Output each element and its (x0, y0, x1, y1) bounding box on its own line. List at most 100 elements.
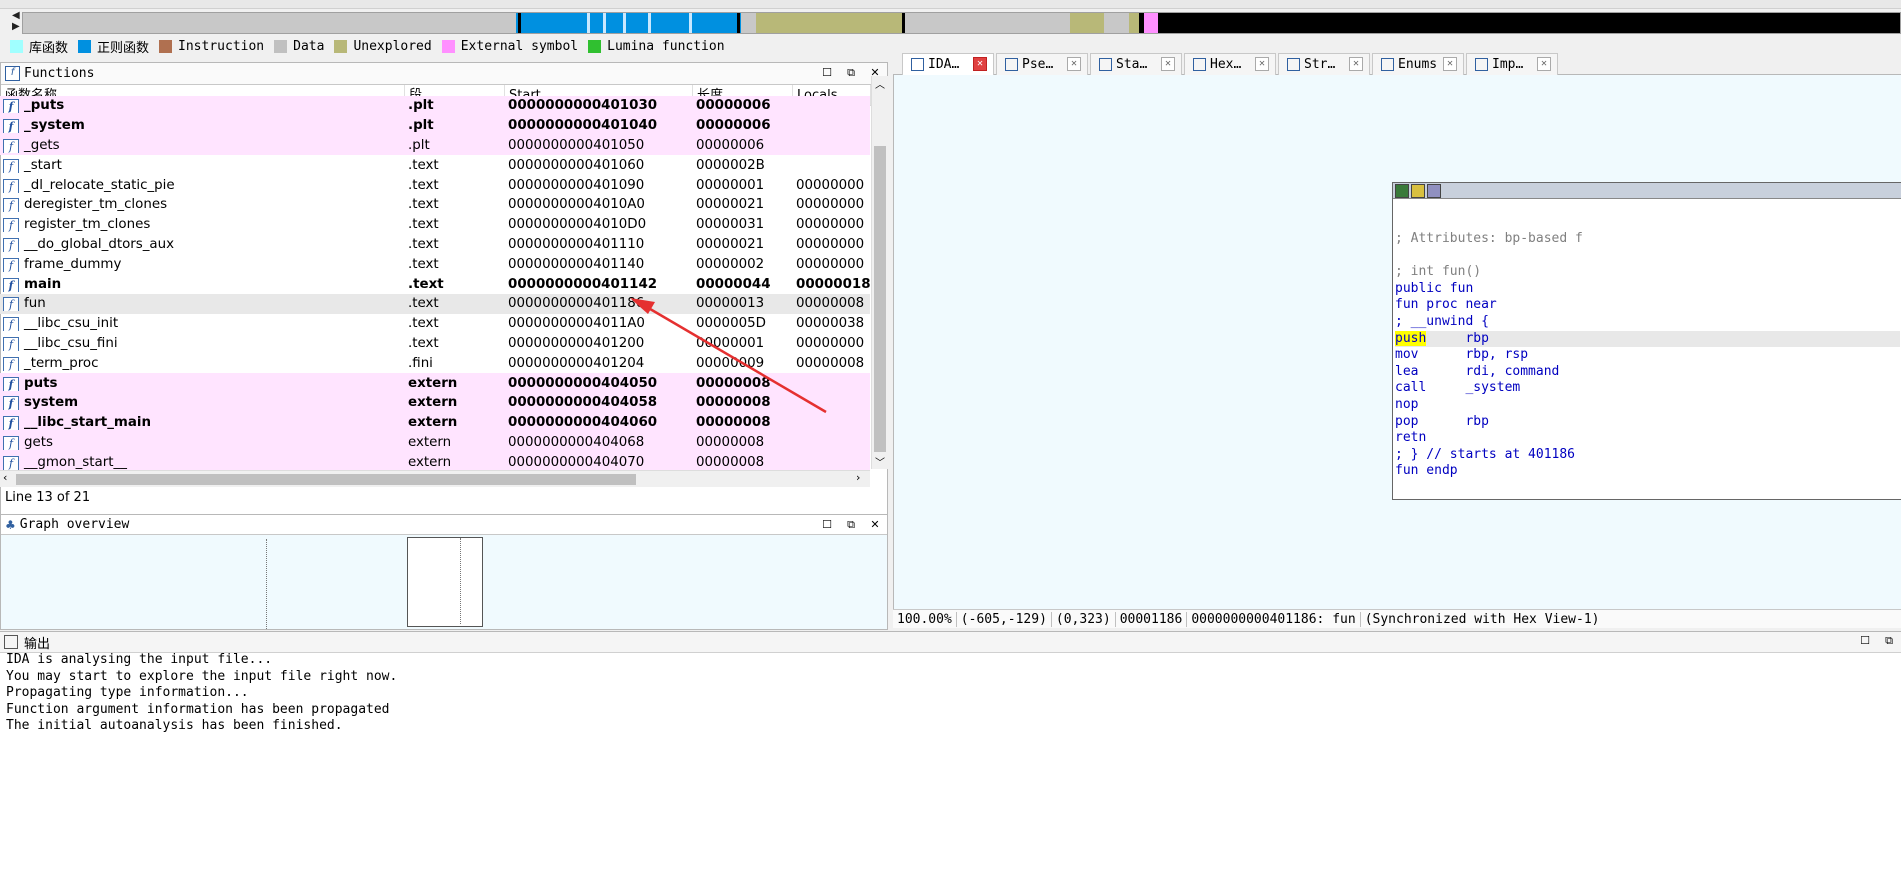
horizontal-scrollbar[interactable]: ‹ › (0, 470, 870, 487)
tab-close-icon[interactable]: ✕ (1067, 57, 1081, 71)
function-row[interactable]: f _gets .plt 0000000000401050 00000006 (0, 135, 870, 156)
node-edit-icon[interactable] (1411, 184, 1425, 198)
function-row[interactable]: f _system .plt 0000000000401040 00000006 (0, 115, 870, 136)
nav-next-icon[interactable]: ▶ (12, 22, 20, 32)
function-row[interactable]: f gets extern 0000000000404068 00000008 (0, 432, 870, 453)
disasm-line[interactable]: lea rdi, command (1395, 364, 1900, 381)
disasm-line[interactable]: fun endp (1395, 463, 1900, 480)
float-icon[interactable]: ⧉ (845, 518, 857, 532)
restore-icon[interactable]: ☐ (1859, 634, 1871, 648)
tab-close-icon[interactable]: ✕ (1349, 57, 1363, 71)
function-row[interactable]: f register_tm_clones .text 00000000004010D0… (0, 215, 870, 235)
function-icon: f (3, 158, 19, 173)
tab-icon (1099, 58, 1112, 71)
node-color-icon[interactable] (1395, 184, 1409, 198)
output-line: Propagating type information... (6, 685, 249, 700)
node-group-icon[interactable] (1427, 184, 1441, 198)
function-row[interactable]: f _start .text 0000000000401060 0000002B (0, 155, 870, 175)
cell-text: 00000000 (796, 335, 865, 351)
function-length-cell: 00000001 (692, 178, 792, 193)
scroll-right-icon[interactable]: › (856, 471, 860, 484)
function-name-cell: f __libc_csu_init (0, 316, 404, 332)
function-start-cell: 00000000004010A0 (504, 197, 692, 212)
function-row[interactable]: f fun .text 0000000000401186 00000013 0000000… (0, 293, 870, 314)
restore-icon[interactable]: ☐ (821, 518, 833, 532)
function-row[interactable]: f system extern 0000000000404058 00000008 (0, 392, 870, 413)
scroll-left-icon[interactable]: ‹ (3, 471, 7, 484)
vertical-scrollbar[interactable]: ︿ ﹀ (871, 76, 888, 469)
function-length-cell: 00000008 (692, 395, 792, 410)
cell-text: 00000000004010A0 (508, 197, 645, 213)
cell-text: 00000044 (696, 276, 771, 292)
function-row[interactable]: f _dl_relocate_static_pie .text 00000000004… (0, 175, 870, 195)
disasm-line[interactable]: public fun (1395, 281, 1900, 298)
tab-close-icon[interactable]: ✕ (1161, 57, 1175, 71)
restore-icon[interactable]: ☐ (821, 66, 833, 80)
disasm-line[interactable]: ; Attributes: bp-based f (1395, 231, 1900, 248)
function-row[interactable]: f __libc_csu_init .text 00000000004011A0 000… (0, 314, 870, 334)
disasm-line[interactable]: ; } // starts at 401186 (1395, 447, 1900, 464)
tab-3[interactable]: Hex… ✕ (1184, 53, 1276, 75)
function-row[interactable]: f __gmon_start__ extern 0000000000404070 000… (0, 452, 870, 470)
disasm-line[interactable]: ; __unwind { (1395, 314, 1900, 331)
function-row[interactable]: f deregister_tm_clones .text 00000000004010… (0, 195, 870, 215)
graph-icon: ♣ (5, 517, 16, 532)
graph-overview-panel: ♣ Graph overview ☐ ⧉ ✕ (0, 514, 888, 630)
float-icon[interactable]: ⧉ (1883, 634, 1895, 648)
close-icon[interactable]: ✕ (869, 518, 881, 532)
disasm-line[interactable]: pop rbp (1395, 414, 1900, 431)
tab-close-icon[interactable]: ✕ (973, 57, 987, 71)
disasm-line[interactable]: mov rbp, rsp (1395, 347, 1900, 364)
disasm-line[interactable]: fun proc near (1395, 297, 1900, 314)
disasm-line[interactable]: retn (1395, 430, 1900, 447)
scroll-down-icon[interactable]: ﹀ (875, 454, 885, 469)
cell-text: 0000000000404068 (508, 434, 645, 450)
tab-4[interactable]: Str… ✕ (1278, 53, 1370, 75)
function-row[interactable]: f main .text 0000000000401142 00000044 000000… (0, 274, 870, 294)
legend-item-lumina: Lumina function (588, 39, 725, 54)
cell-text: extern (408, 454, 452, 470)
function-row[interactable]: f _puts .plt 0000000000401030 00000006 (0, 96, 870, 116)
function-name-cell: f main (0, 277, 404, 292)
tab-0[interactable]: IDA… ✕ (902, 53, 994, 75)
overview-viewport[interactable] (407, 537, 483, 627)
function-icon: f (3, 336, 19, 351)
scrollbar-thumb[interactable] (16, 474, 636, 485)
graph-node[interactable]: ; Attributes: bp-based f ; int fun() publi… (1392, 182, 1901, 500)
function-locals-cell: 00000000 (792, 257, 870, 272)
disasm-line[interactable]: push rbp (1395, 330, 1900, 348)
function-start-cell: 0000000000401204 (504, 356, 692, 371)
tab-2[interactable]: Sta… ✕ (1090, 53, 1182, 75)
function-row[interactable]: f __do_global_dtors_aux .text 0000000000401… (0, 235, 870, 255)
scrollbar-thumb[interactable] (874, 146, 886, 452)
tab-close-icon[interactable]: ✕ (1255, 57, 1269, 71)
cell-text: 0000000000404050 (508, 375, 658, 391)
disasm-line[interactable]: ; int fun() (1395, 264, 1900, 281)
function-row[interactable]: f __libc_start_main extern 0000000000404060… (0, 412, 870, 433)
tab-1[interactable]: Pse… ✕ (996, 53, 1088, 75)
nav-prev-icon[interactable]: ◀ (12, 11, 20, 21)
function-length-cell: 0000005D (692, 316, 792, 331)
tab-close-icon[interactable]: ✕ (1443, 57, 1457, 71)
function-row[interactable]: f frame_dummy .text 0000000000401140 0000000… (0, 254, 870, 274)
cell-text: 00000031 (696, 217, 765, 233)
navigation-band[interactable] (22, 12, 1901, 34)
legend-swatch (78, 39, 92, 53)
cell-text: 00000002 (696, 256, 765, 272)
function-row[interactable]: f __libc_csu_fini .text 0000000000401200 000… (0, 334, 870, 354)
function-row[interactable]: f puts extern 0000000000404050 00000008 (0, 373, 870, 393)
tab-5[interactable]: Enums ✕ (1372, 53, 1464, 75)
function-row[interactable]: f _term_proc .fini 0000000000401204 00000009… (0, 353, 870, 373)
tab-6[interactable]: Imp… ✕ (1466, 53, 1558, 75)
scroll-up-icon[interactable]: ︿ (875, 76, 885, 91)
tab-close-icon[interactable]: ✕ (1537, 57, 1551, 71)
graph-node-header (1393, 183, 1901, 199)
function-segment-cell: .text (404, 217, 504, 232)
cell-text: 00000006 (696, 137, 765, 153)
disasm-line[interactable] (1395, 248, 1900, 265)
function-icon: f (3, 237, 19, 252)
float-icon[interactable]: ⧉ (845, 66, 857, 80)
function-locals-cell: 00000008 (792, 356, 870, 371)
disasm-line[interactable]: nop (1395, 397, 1900, 414)
disasm-line[interactable]: call _system (1395, 380, 1900, 397)
